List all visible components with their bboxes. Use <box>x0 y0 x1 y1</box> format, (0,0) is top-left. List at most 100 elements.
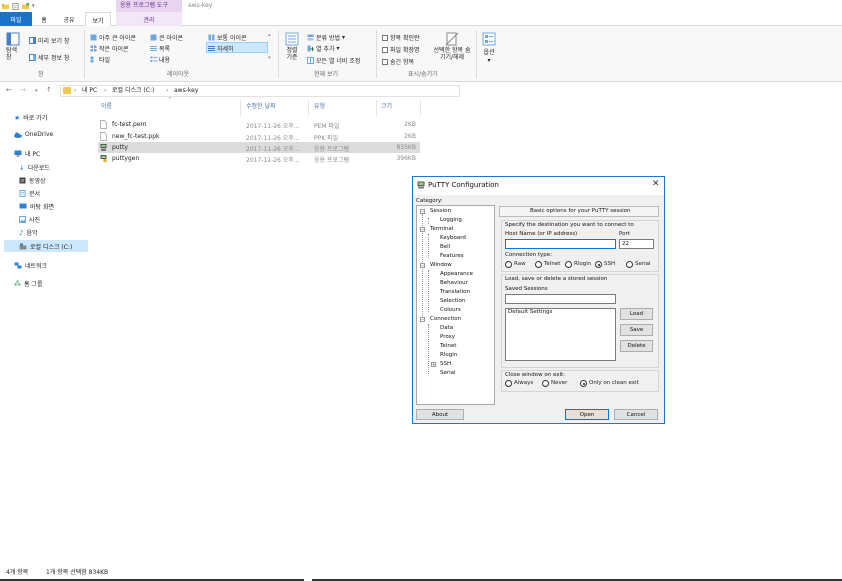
qat-dropdown-icon[interactable]: ▾ <box>32 4 35 9</box>
file-row[interactable]: fc-test.pem 2017-11-26 오후... PEM 파일 2KB <box>98 119 420 130</box>
tree-item-data[interactable]: Data <box>440 325 453 332</box>
saved-session-input[interactable] <box>505 294 616 304</box>
column-separator[interactable] <box>376 100 377 116</box>
layout-more-icon[interactable]: ▾ <box>268 56 271 61</box>
tab-file[interactable]: 파일 <box>0 12 32 26</box>
radio-rlogin[interactable]: Rlogin <box>565 261 591 268</box>
nav-item-this-pc[interactable]: 내 PC <box>14 149 40 158</box>
tree-item-telnet[interactable]: Telnet <box>440 343 456 350</box>
nav-item-quick-access[interactable]: ★ 바로 가기 <box>14 113 47 123</box>
tree-item-window[interactable]: Window <box>430 262 452 269</box>
details-pane-button[interactable]: 세부 정보 창 <box>29 53 69 62</box>
nav-item-music[interactable]: ♪ 음악 <box>19 228 38 238</box>
column-separator[interactable] <box>240 100 241 116</box>
file-row-selected[interactable]: putty 2017-11-26 오후... 응용 프로그램 835KB <box>98 142 420 153</box>
new-folder-icon[interactable] <box>22 3 29 10</box>
tree-item-rlogin[interactable]: Rlogin <box>440 352 457 359</box>
tree-item-selection[interactable]: Selection <box>440 298 465 305</box>
breadcrumb-aws-key[interactable]: aws-key <box>174 88 198 94</box>
tree-item-terminal[interactable]: Terminal <box>430 226 453 233</box>
nav-item-documents[interactable]: 문서 <box>19 189 40 198</box>
nav-item-pictures[interactable]: 사진 <box>19 215 40 224</box>
tree-item-behaviour[interactable]: Behaviour <box>440 280 468 287</box>
file-extension-toggle[interactable]: 파일 확장명 <box>382 45 420 54</box>
tree-collapse-icon[interactable]: − <box>420 317 425 322</box>
close-icon[interactable]: ✕ <box>652 180 660 189</box>
tree-item-colours[interactable]: Colours <box>440 307 461 314</box>
delete-button[interactable]: Delete <box>620 340 653 352</box>
radio-telnet[interactable]: Telnet <box>535 261 560 268</box>
up-arrow-icon[interactable]: ↑ <box>46 86 52 94</box>
open-button[interactable]: Open <box>565 409 609 420</box>
column-header-name[interactable]: 이름 <box>101 104 112 110</box>
tree-item-connection[interactable]: Connection <box>430 316 461 323</box>
nav-pane-button[interactable]: 탐색 창 <box>6 32 20 61</box>
load-button[interactable]: Load <box>620 308 653 320</box>
radio-ssh[interactable]: SSH <box>595 261 615 268</box>
layout-extra-large-icons[interactable]: 아주 큰 아이콘 <box>90 33 136 42</box>
breadcrumb-local-disk[interactable]: 로컬 디스크 (C:) <box>112 88 154 94</box>
hidden-items-toggle[interactable]: 숨긴 항목 <box>382 57 414 66</box>
tab-manage[interactable]: 관리 <box>116 12 182 26</box>
radio-always[interactable]: Always <box>505 380 533 387</box>
properties-icon[interactable] <box>12 3 19 10</box>
tree-item-features[interactable]: Features <box>440 253 464 260</box>
layout-list[interactable]: 목록 <box>150 44 170 53</box>
nav-item-onedrive[interactable]: OneDrive <box>14 131 53 138</box>
preview-pane-button[interactable]: 미리 보기 창 <box>29 36 69 45</box>
forward-arrow-icon[interactable]: → <box>20 86 26 94</box>
tree-expand-icon[interactable]: + <box>431 362 436 367</box>
column-separator[interactable] <box>308 100 309 116</box>
nav-item-homegroup[interactable]: ⁂ 홈 그룹 <box>14 279 42 289</box>
layout-content[interactable]: 내용 <box>150 55 170 64</box>
column-separator[interactable] <box>420 100 421 116</box>
column-header-size[interactable]: 크기 <box>381 104 392 110</box>
radio-raw[interactable]: Raw <box>505 261 526 268</box>
tree-item-session[interactable]: Session <box>430 208 451 215</box>
nav-item-videos[interactable]: 동영상 <box>19 176 46 185</box>
tree-item-serial[interactable]: Serial <box>440 370 456 377</box>
tree-collapse-icon[interactable]: − <box>420 263 425 268</box>
nav-item-network[interactable]: 네트워크 <box>14 261 47 270</box>
port-input[interactable]: 22 <box>619 239 654 249</box>
nav-item-desktop[interactable]: 바탕 화면 <box>19 202 54 211</box>
tree-collapse-icon[interactable]: − <box>420 209 425 214</box>
cancel-button[interactable]: Cancel <box>614 409 658 420</box>
sessions-list[interactable] <box>505 308 616 361</box>
about-button[interactable]: About <box>416 409 464 420</box>
tree-item-proxy[interactable]: Proxy <box>440 334 455 341</box>
tab-share[interactable]: 공유 <box>58 12 80 26</box>
back-arrow-icon[interactable]: ← <box>6 86 12 94</box>
breadcrumb-this-pc[interactable]: 내 PC <box>82 88 97 94</box>
layout-large-icons[interactable]: 큰 아이콘 <box>150 33 183 42</box>
layout-tiles[interactable]: 타일 <box>90 55 110 64</box>
group-by-button[interactable]: 분류 방법 ▾ <box>307 33 345 42</box>
host-name-input[interactable] <box>505 239 616 249</box>
tree-item-logging[interactable]: Logging <box>440 217 462 224</box>
tree-item-appearance[interactable]: Appearance <box>440 271 473 278</box>
save-button[interactable]: Save <box>620 324 653 336</box>
fit-columns-button[interactable]: 모든 열 너비 조정 <box>307 56 360 65</box>
tree-item-keyboard[interactable]: Keyboard <box>440 235 466 242</box>
layout-small-icons[interactable]: 작은 아이콘 <box>90 44 129 53</box>
layout-medium-icons[interactable]: 보통 아이콘 <box>208 33 247 42</box>
tree-item-translation[interactable]: Translation <box>440 289 470 296</box>
radio-never[interactable]: Never <box>542 380 567 387</box>
tree-item-bell[interactable]: Bell <box>440 244 450 251</box>
layout-scroll-up-icon[interactable]: ▴ <box>268 33 271 38</box>
hide-selected-button[interactable]: 선택한 항목 숨기기/해제 <box>432 32 472 61</box>
session-item-default[interactable]: Default Settings <box>508 309 552 316</box>
nav-item-downloads[interactable]: ↓ 다운로드 <box>19 163 50 173</box>
radio-serial[interactable]: Serial <box>626 261 651 268</box>
tree-item-ssh[interactable]: SSH <box>440 361 451 368</box>
column-header-date[interactable]: 수정한 날짜 <box>246 104 276 110</box>
layout-details[interactable]: 자세히 <box>208 44 234 53</box>
add-column-button[interactable]: 열 추가 ▾ <box>307 44 339 53</box>
radio-only-clean-exit[interactable]: Only on clean exit <box>580 380 639 387</box>
item-checkbox-toggle[interactable]: 항목 확인란 <box>382 33 420 42</box>
options-button[interactable]: 옵션 ▾ <box>482 32 496 64</box>
tree-collapse-icon[interactable]: − <box>420 227 425 232</box>
nav-item-local-disk[interactable]: 로컬 디스크 (C:) <box>19 242 72 251</box>
recent-chevron-down-icon[interactable]: ▾ <box>35 88 38 94</box>
file-row[interactable]: new_fc-test.ppk 2017-11-26 오후... PPK 파일 … <box>98 131 420 142</box>
